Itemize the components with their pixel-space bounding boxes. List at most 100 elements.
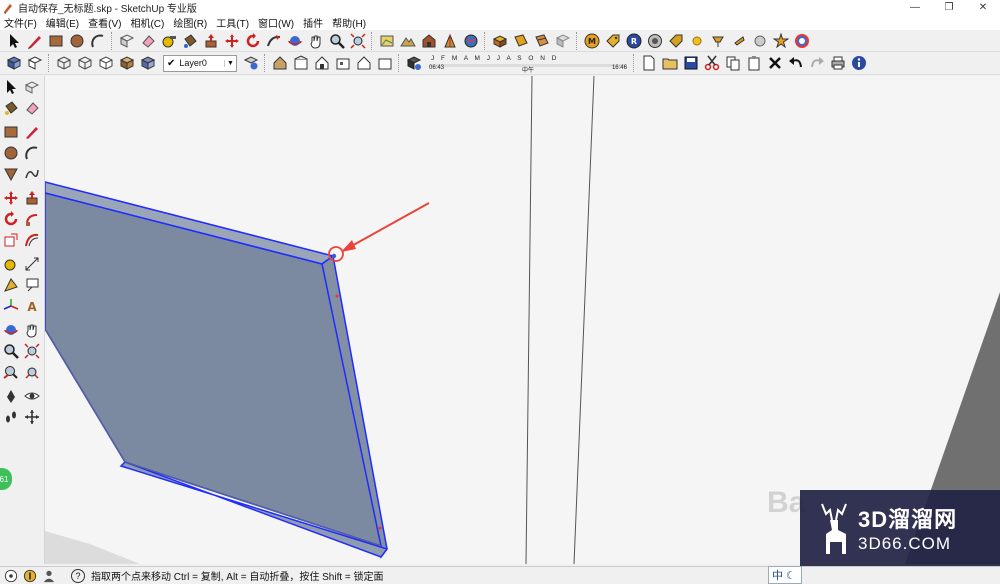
left-rotate-button[interactable] <box>2 209 20 228</box>
circle-tool-button[interactable] <box>67 31 86 50</box>
left-prev-view-button[interactable] <box>2 362 20 381</box>
layer-dropdown[interactable]: ✔ Layer0 ▼ <box>163 54 237 72</box>
menu-edit[interactable]: 编辑(E) <box>46 15 79 30</box>
user-icon[interactable] <box>41 568 57 584</box>
undo-button[interactable] <box>786 54 805 73</box>
left-rectangle-button[interactable] <box>2 122 20 141</box>
left-protractor-button[interactable] <box>2 275 20 294</box>
model-info-button[interactable] <box>849 54 868 73</box>
zoom-tool-button[interactable] <box>327 31 346 50</box>
left-follow-me-button[interactable] <box>23 209 41 228</box>
style-wireframe-button[interactable] <box>75 54 94 73</box>
left-select-button[interactable] <box>2 77 20 96</box>
left-component-button[interactable] <box>23 77 41 96</box>
notification-badge[interactable]: 61 <box>0 468 12 490</box>
view-left-button[interactable] <box>333 54 352 73</box>
left-tape-button[interactable] <box>2 254 20 273</box>
plugin-sphere-button[interactable] <box>750 31 769 50</box>
left-zoom-window-button[interactable] <box>23 341 41 360</box>
section-cut-button[interactable] <box>553 31 572 50</box>
share-model-button[interactable] <box>440 31 459 50</box>
cut-button[interactable] <box>702 54 721 73</box>
left-axes-button[interactable] <box>2 296 20 315</box>
view-bottom-button[interactable] <box>354 54 373 73</box>
push-pull-button[interactable] <box>201 31 220 50</box>
plugin-tag-button[interactable] <box>603 31 622 50</box>
left-scale-button[interactable] <box>2 230 20 249</box>
add-location-button[interactable] <box>377 31 396 50</box>
menu-plugins[interactable]: 插件 <box>303 15 323 30</box>
minimize-button[interactable]: — <box>898 0 932 15</box>
left-zoom-button[interactable] <box>2 341 20 360</box>
plugin-spotlight-button[interactable] <box>708 31 727 50</box>
tape-measure-button[interactable] <box>159 31 178 50</box>
view-top-button[interactable] <box>25 54 44 73</box>
save-file-button[interactable] <box>681 54 700 73</box>
plugin-m-button[interactable]: M <box>582 31 601 50</box>
arc-tool-button[interactable] <box>88 31 107 50</box>
menu-view[interactable]: 查看(V) <box>88 15 121 30</box>
line-tool-button[interactable] <box>25 31 44 50</box>
plugin-render-button[interactable] <box>645 31 664 50</box>
get-photo-texture-button[interactable] <box>461 31 480 50</box>
left-walk-button[interactable] <box>2 407 20 426</box>
left-text-button[interactable] <box>23 275 41 294</box>
geo-location-icon[interactable] <box>3 568 19 584</box>
warehouse-button[interactable] <box>419 31 438 50</box>
left-offset-button[interactable] <box>23 230 41 249</box>
orbit-tool-button[interactable] <box>285 31 304 50</box>
style-hidden-line-button[interactable] <box>96 54 115 73</box>
left-arc-button[interactable] <box>23 143 41 162</box>
left-section-button[interactable] <box>23 407 41 426</box>
left-dimension-button[interactable] <box>23 254 41 273</box>
menu-draw[interactable]: 绘图(R) <box>173 15 207 30</box>
style-textured-button[interactable] <box>138 54 157 73</box>
shadow-settings-button[interactable] <box>404 54 423 73</box>
plugin-r-button[interactable]: R <box>624 31 643 50</box>
rotate-tool-button[interactable] <box>243 31 262 50</box>
select-tool-button[interactable] <box>4 31 23 50</box>
left-line-button[interactable] <box>23 122 41 141</box>
view-iso-button[interactable] <box>4 54 23 73</box>
left-look-around-button[interactable] <box>23 386 41 405</box>
ime-indicator[interactable]: 中 ☾ <box>768 566 802 584</box>
follow-me-button[interactable] <box>264 31 283 50</box>
left-paint-button[interactable] <box>2 98 20 117</box>
rectangle-tool-button[interactable] <box>46 31 65 50</box>
print-button[interactable] <box>828 54 847 73</box>
menu-tools[interactable]: 工具(T) <box>216 15 249 30</box>
left-position-camera-button[interactable] <box>2 386 20 405</box>
make-component-button[interactable] <box>117 31 136 50</box>
close-button[interactable]: ✕ <box>966 0 1000 15</box>
plugin-sun-button[interactable] <box>729 31 748 50</box>
plugin-star-button[interactable] <box>771 31 790 50</box>
menu-file[interactable]: 文件(F) <box>4 15 37 30</box>
left-pan-button[interactable] <box>23 320 41 339</box>
menu-help[interactable]: 帮助(H) <box>332 15 366 30</box>
pan-tool-button[interactable] <box>306 31 325 50</box>
toggle-terrain-button[interactable] <box>398 31 417 50</box>
left-circle-button[interactable] <box>2 143 20 162</box>
paint-bucket-button[interactable] <box>180 31 199 50</box>
section-display-button[interactable] <box>532 31 551 50</box>
paste-button[interactable] <box>744 54 763 73</box>
left-move-button[interactable] <box>2 188 20 207</box>
help-icon[interactable]: ? <box>71 568 85 583</box>
redo-button[interactable] <box>807 54 826 73</box>
left-3d-text-button[interactable]: A <box>23 296 41 315</box>
delete-button[interactable] <box>765 54 784 73</box>
open-file-button[interactable] <box>660 54 679 73</box>
plugin-color-button[interactable] <box>792 31 811 50</box>
eraser-tool-button[interactable] <box>138 31 157 50</box>
left-polygon-button[interactable] <box>2 164 20 183</box>
zoom-extents-button[interactable] <box>348 31 367 50</box>
plugin-material-button[interactable] <box>666 31 685 50</box>
left-freehand-button[interactable] <box>23 164 41 183</box>
style-shaded-button[interactable] <box>117 54 136 73</box>
restore-button[interactable]: ❐ <box>932 0 966 15</box>
extension-warehouse-button[interactable] <box>490 31 509 50</box>
menu-camera[interactable]: 相机(C) <box>130 15 164 30</box>
view-outline-button[interactable] <box>375 54 394 73</box>
view-front-button[interactable] <box>270 54 289 73</box>
new-file-button[interactable] <box>639 54 658 73</box>
